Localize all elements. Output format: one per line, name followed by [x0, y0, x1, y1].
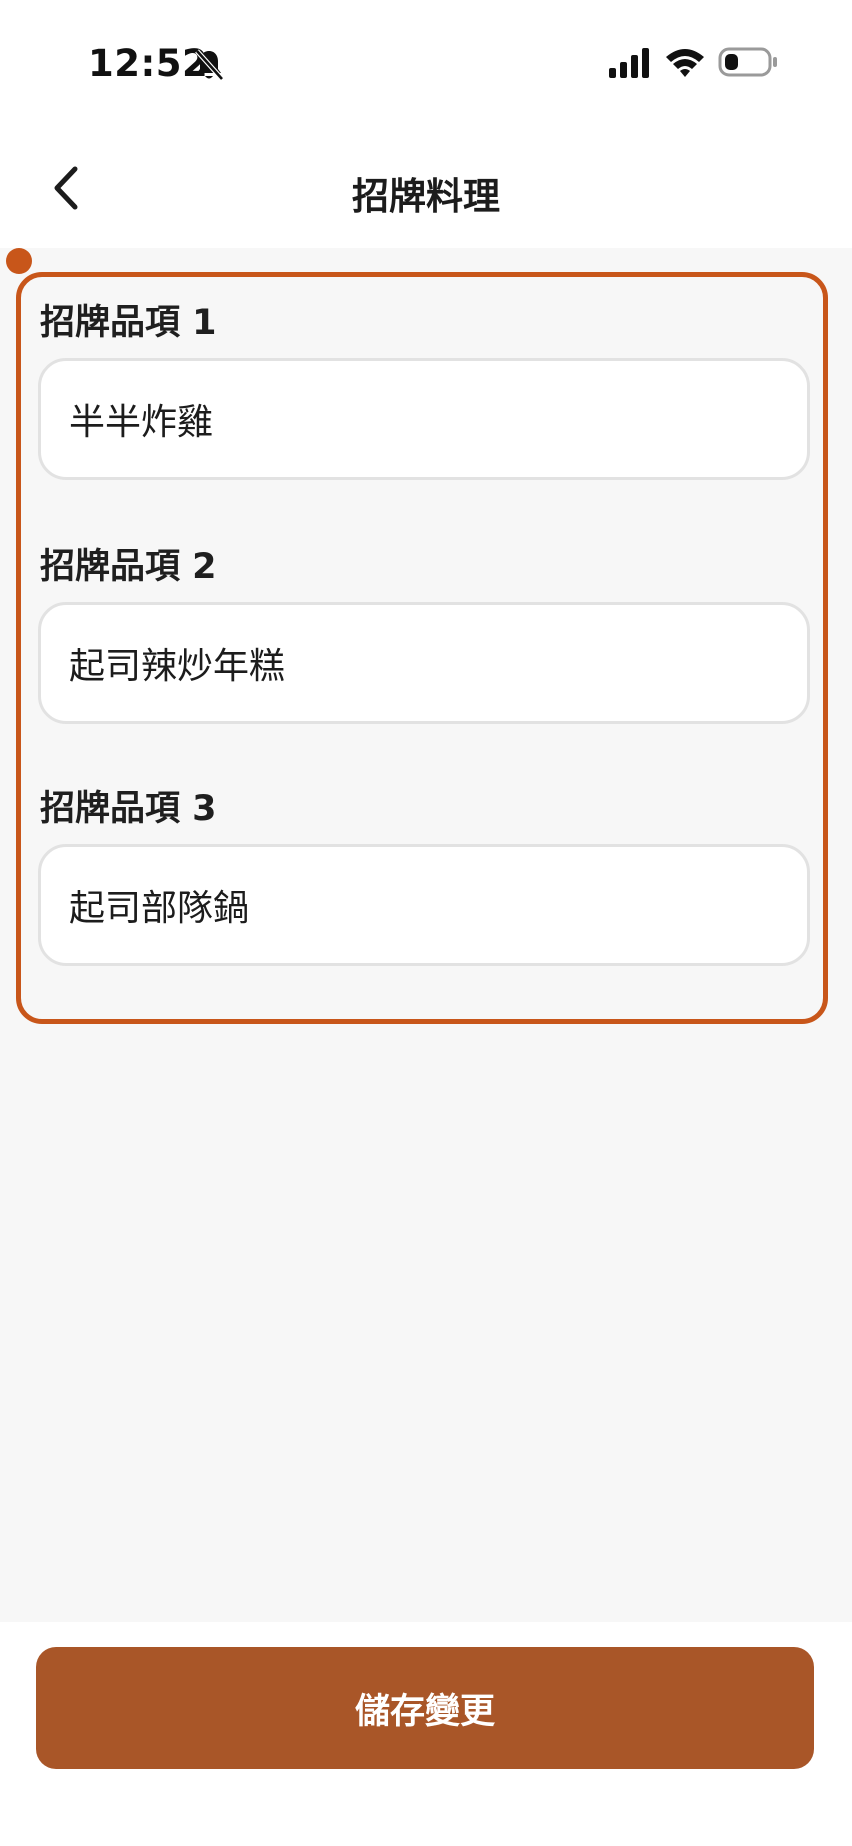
status-time: 12:52	[88, 42, 209, 85]
wifi-icon	[666, 49, 704, 77]
signal-icon	[609, 48, 649, 78]
signature-item-3-input[interactable]	[38, 844, 810, 966]
field-label-3: 招牌品項 3	[40, 789, 217, 829]
bell-slash-icon	[195, 49, 224, 81]
battery-icon	[718, 47, 777, 77]
page-title: 招牌料理	[352, 175, 500, 218]
screen: 12:52 招牌料理 招牌品項 1 招牌品項 2 招牌品項 3 儲存變更	[0, 0, 852, 1846]
field-label-1: 招牌品項 1	[40, 303, 217, 343]
save-button[interactable]: 儲存變更	[36, 1647, 814, 1769]
signature-item-1-input[interactable]	[38, 358, 810, 480]
highlight-marker-dot	[6, 248, 32, 274]
field-label-2: 招牌品項 2	[40, 547, 217, 587]
signature-item-2-input[interactable]	[38, 602, 810, 724]
